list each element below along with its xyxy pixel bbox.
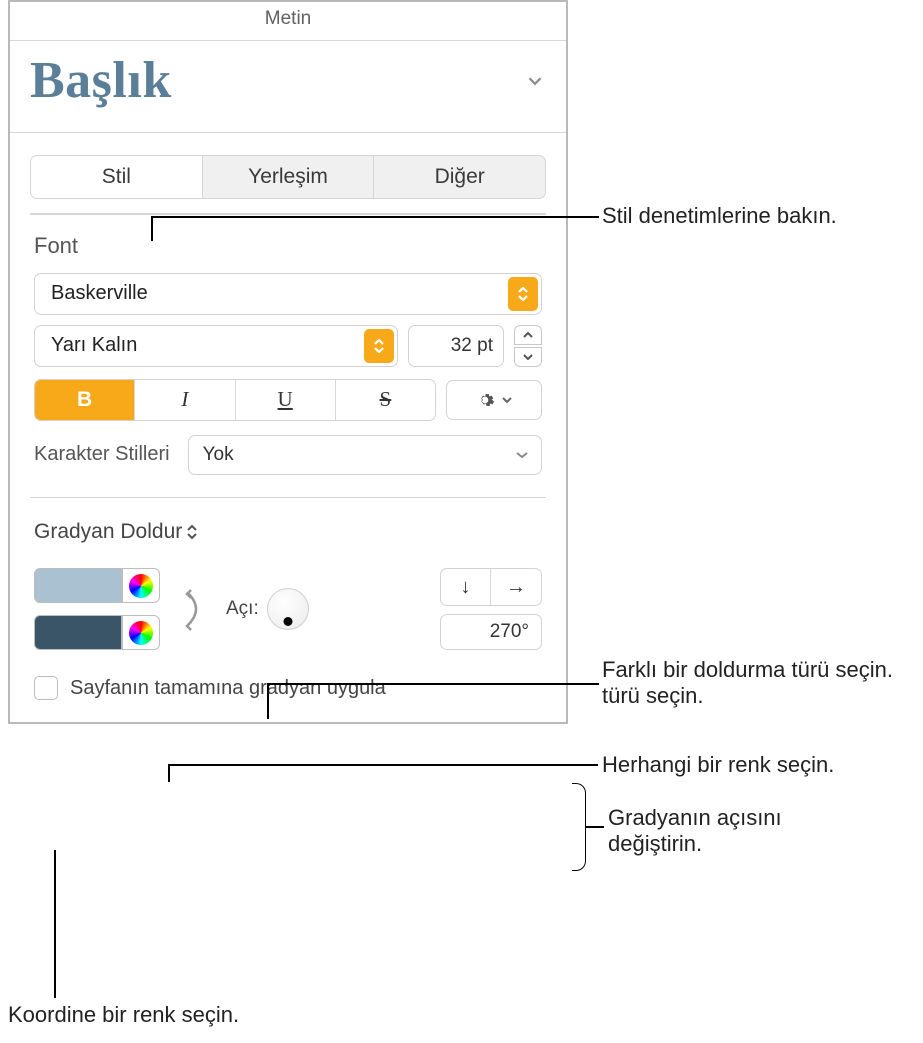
swap-icon <box>182 587 204 631</box>
advanced-options-button[interactable] <box>446 380 542 420</box>
style-preview-text: Başlık <box>30 51 172 110</box>
tab-bar: Stil Yerleşim Diğer <box>30 155 546 199</box>
angle-value-field[interactable]: 270° <box>440 614 542 650</box>
character-styles-label: Karakter Stilleri <box>34 443 170 466</box>
gradient-color-2-swatch[interactable] <box>34 615 122 650</box>
chevron-down-icon <box>501 396 513 404</box>
stepper-down[interactable] <box>514 347 542 367</box>
underline-button[interactable]: U <box>236 380 336 420</box>
font-family-popup[interactable]: Baskerville <box>34 273 542 315</box>
font-weight-popup[interactable]: Yarı Kalın <box>34 325 398 367</box>
tab-more[interactable]: Diğer <box>374 156 545 198</box>
character-styles-popup[interactable]: Yok <box>188 435 542 475</box>
popup-arrows-icon <box>508 277 538 311</box>
angle-right-button[interactable]: → <box>491 569 541 605</box>
callout-line <box>151 216 153 241</box>
font-size-value: 32 pt <box>451 335 493 357</box>
callout-text: Herhangi bir renk seçin. <box>602 752 834 778</box>
angle-down-button[interactable]: ↓ <box>441 569 491 605</box>
font-family-value: Baskerville <box>51 282 148 305</box>
gradient-color-1-swatch[interactable] <box>34 568 122 603</box>
callout-line <box>267 683 269 719</box>
callout-brace <box>572 783 586 871</box>
font-size-field[interactable]: 32 pt <box>408 325 504 367</box>
angle-direction-segmented: ↓ → <box>440 568 542 606</box>
paragraph-style-button[interactable]: Başlık <box>10 41 566 133</box>
gear-icon <box>475 390 495 410</box>
callout-line <box>54 850 56 998</box>
callout-text-line2: türü seçin. <box>602 683 893 709</box>
tab-layout[interactable]: Yerleşim <box>203 156 375 198</box>
angle-dial[interactable] <box>267 588 309 630</box>
character-styles-value: Yok <box>203 444 234 466</box>
angle-value: 270° <box>490 621 529 643</box>
callout-text: Stil denetimlerine bakın. <box>602 203 837 229</box>
callout-line <box>168 764 170 782</box>
font-weight-value: Yarı Kalın <box>51 334 137 357</box>
color-wheel-1-button[interactable] <box>122 568 160 603</box>
text-style-segmented: B I U S <box>34 379 436 421</box>
font-size-stepper <box>514 325 542 367</box>
tab-style[interactable]: Stil <box>31 156 203 198</box>
fill-type-value: Gradyan Doldur <box>34 520 182 544</box>
angle-label: Açı: <box>226 598 259 620</box>
color-wheel-icon <box>129 574 153 598</box>
callout-line <box>151 216 599 218</box>
inspector-panel: Metin Başlık Stil Yerleşim Diğer Font Ba… <box>8 0 568 724</box>
panel-title: Metin <box>10 2 566 41</box>
italic-button[interactable]: I <box>135 380 235 420</box>
chevron-down-icon <box>515 451 529 459</box>
apply-full-page-label: Sayfanın tamamına gradyan uygula <box>70 677 386 700</box>
popup-arrows-icon <box>186 525 198 539</box>
chevron-down-icon <box>524 70 546 92</box>
callout-text: Farklı bir doldurma türü seçin. türü seç… <box>602 657 893 709</box>
bold-button[interactable]: B <box>35 380 135 420</box>
font-section-label: Font <box>10 215 566 269</box>
callout-line <box>267 683 599 685</box>
fill-type-popup[interactable]: Gradyan Doldur <box>34 520 542 544</box>
gradient-swatches <box>34 568 160 650</box>
color-wheel-icon <box>129 621 153 645</box>
color-wheel-2-button[interactable] <box>122 615 160 650</box>
apply-full-page-checkbox[interactable] <box>34 676 58 700</box>
swap-colors-button[interactable] <box>178 579 208 639</box>
callout-line <box>168 764 598 766</box>
callout-line <box>586 826 604 828</box>
popup-arrows-icon <box>364 329 394 363</box>
stepper-up[interactable] <box>514 325 542 345</box>
callout-text: Koordine bir renk seçin. <box>8 1002 239 1028</box>
strikethrough-button[interactable]: S <box>336 380 435 420</box>
callout-text: Gradyanın açısını değiştirin. <box>608 805 782 857</box>
